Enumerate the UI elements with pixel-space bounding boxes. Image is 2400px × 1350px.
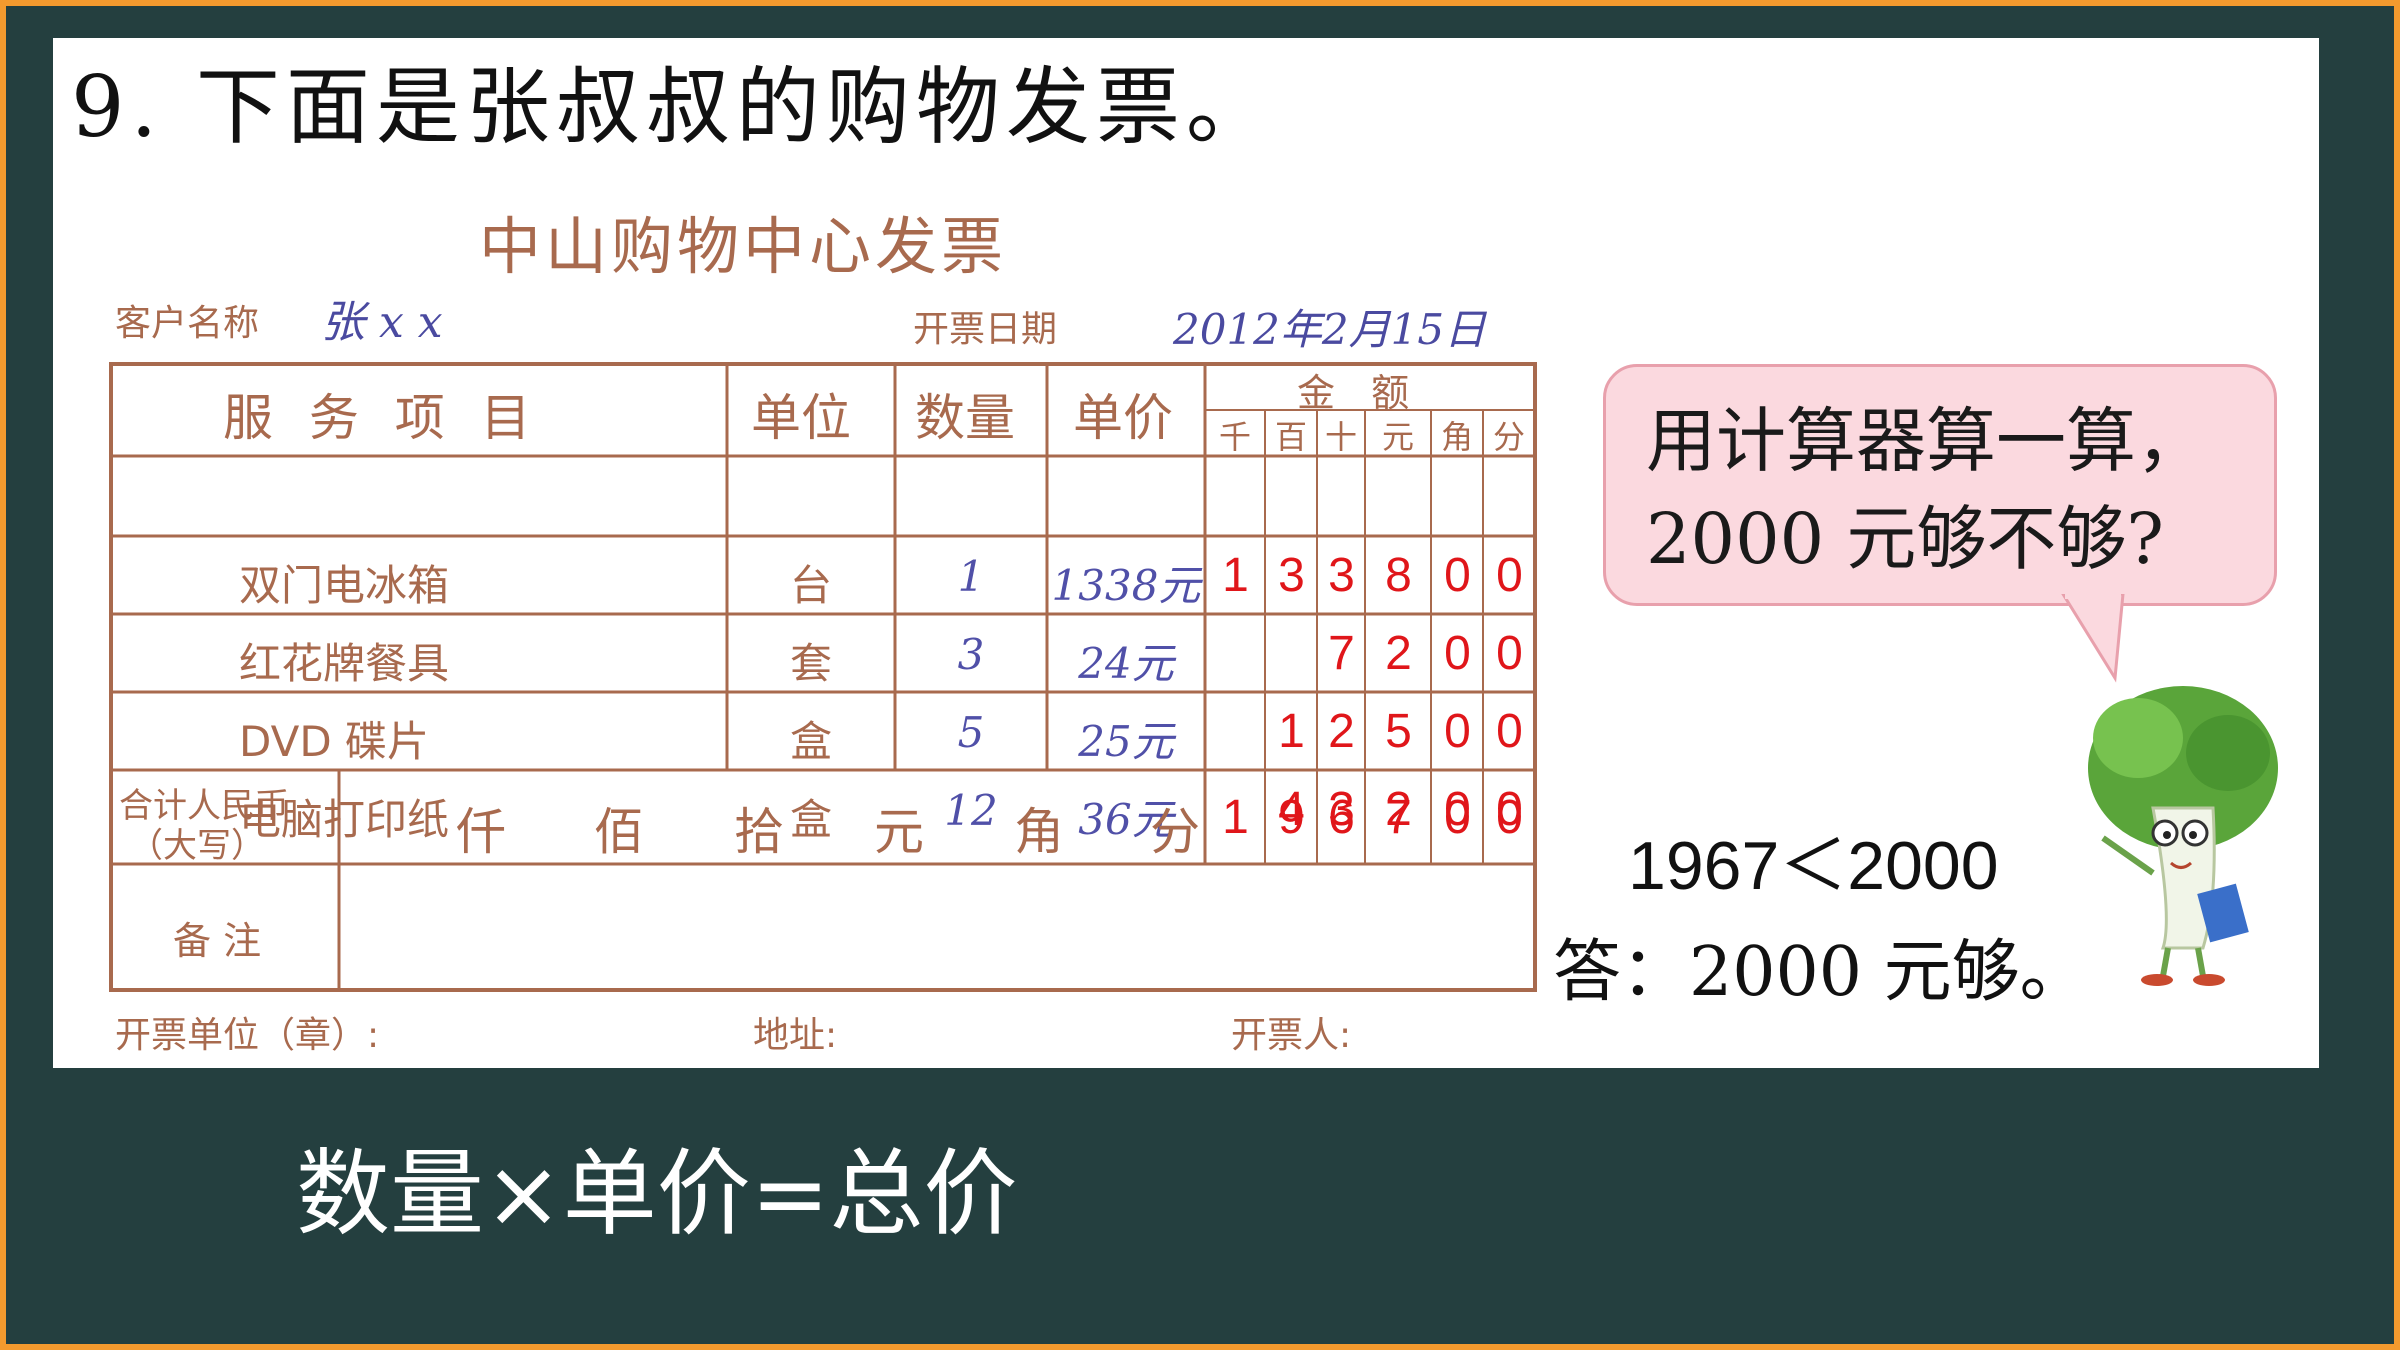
amount-digit: 3 (1328, 549, 1355, 602)
row-qty: 5 (957, 708, 985, 757)
amount-col-head: 千 (1218, 418, 1251, 456)
amount-digit: 8 (1385, 549, 1412, 602)
total-digit: 7 (1385, 791, 1412, 844)
footer-issuer: 开票单位（章）: (115, 1015, 380, 1056)
amount-digit: 0 (1496, 549, 1523, 602)
comparison: 1967＜2000 (1628, 828, 1999, 904)
total-unit: 拾 (734, 803, 784, 861)
cabbage-mascot-icon (2088, 686, 2278, 986)
formula: 数量×单价=总价 (296, 1140, 1018, 1249)
total-unit: 分 (1150, 803, 1200, 861)
customer-name: 张 x x (321, 297, 443, 348)
question-title: 9. 下面是张叔叔的购物发票。 (71, 58, 1276, 156)
invoice-title: 中山购物中心发票 (479, 210, 1008, 283)
total-digit: 0 (1496, 791, 1523, 844)
row-price: 24元 (1078, 639, 1174, 688)
total-digit: 0 (1444, 791, 1471, 844)
amount-digit: 3 (1278, 549, 1305, 602)
customer-label: 客户名称 (115, 303, 260, 344)
amount-digit: 0 (1496, 705, 1523, 758)
amount-digit: 0 (1444, 705, 1471, 758)
blackboard: 9. 下面是张叔叔的购物发票。 中山购物中心发票 客户名称 张 x x 开票日期… (6, 6, 2394, 1344)
header-qty: 数量 (915, 389, 1015, 447)
amount-col-head: 元 (1381, 418, 1414, 456)
header-item: 服 务 项 目 (223, 389, 541, 447)
header-price: 单价 (1073, 389, 1173, 447)
total-unit: 角 (1014, 803, 1064, 861)
amount-digit: 0 (1444, 549, 1471, 602)
amount-digit: 2 (1328, 705, 1355, 758)
amount-digit: 5 (1385, 705, 1412, 758)
row-price: 1338元 (1051, 561, 1201, 610)
amount-digit: 0 (1496, 627, 1523, 680)
bubble-line-1: 用计算器算一算， (1646, 400, 2206, 482)
answer: 答：2000 元够。 (1553, 933, 2088, 1012)
amount-digit: 1 (1222, 549, 1249, 602)
amount-digit: 7 (1328, 627, 1355, 680)
total-unit: 仟 (456, 803, 506, 861)
header-unit: 单位 (751, 389, 851, 447)
row-item: 双门电冰箱 (239, 561, 450, 610)
header-amount: 金 额 (1297, 371, 1422, 415)
remarks-label: 备 注 (173, 919, 262, 963)
amount-digit: 2 (1385, 627, 1412, 680)
row-qty: 3 (957, 630, 985, 679)
textbook-page: 9. 下面是张叔叔的购物发票。 中山购物中心发票 客户名称 张 x x 开票日期… (53, 38, 2319, 1068)
date-label: 开票日期 (913, 309, 1058, 350)
total-digit: 1 (1222, 791, 1249, 844)
total-label-line2: （大写） (129, 826, 265, 866)
amount-col-head: 分 (1492, 418, 1525, 456)
footer-address: 地址: (753, 1015, 838, 1056)
date-value: 2012年2月15日 (1173, 305, 1487, 354)
row-price: 25元 (1078, 717, 1174, 766)
row-qty: 1 (957, 552, 985, 601)
bubble-line-2: 2000 元够不够? (1646, 498, 2164, 580)
amount-col-head: 百 (1274, 418, 1307, 456)
amount-col-head: 十 (1324, 418, 1357, 456)
row-item: 红花牌餐具 (239, 639, 450, 688)
total-unit: 元 (874, 803, 924, 861)
row-unit: 套 (789, 639, 832, 688)
amount-digit: 1 (1278, 705, 1305, 758)
total-digit: 6 (1328, 791, 1355, 844)
invoice-grid (109, 362, 1537, 992)
total-digit: 9 (1278, 791, 1305, 844)
footer-issued-by: 开票人: (1231, 1015, 1352, 1056)
speech-bubble: 用计算器算一算， 2000 元够不够? (1603, 364, 2277, 606)
row-item: DVD 碟片 (239, 717, 430, 766)
amount-digit: 0 (1444, 627, 1471, 680)
amount-col-head: 角 (1440, 418, 1473, 456)
row-unit: 台 (789, 561, 832, 610)
total-unit: 佰 (594, 803, 644, 861)
row-unit: 盒 (789, 717, 832, 766)
